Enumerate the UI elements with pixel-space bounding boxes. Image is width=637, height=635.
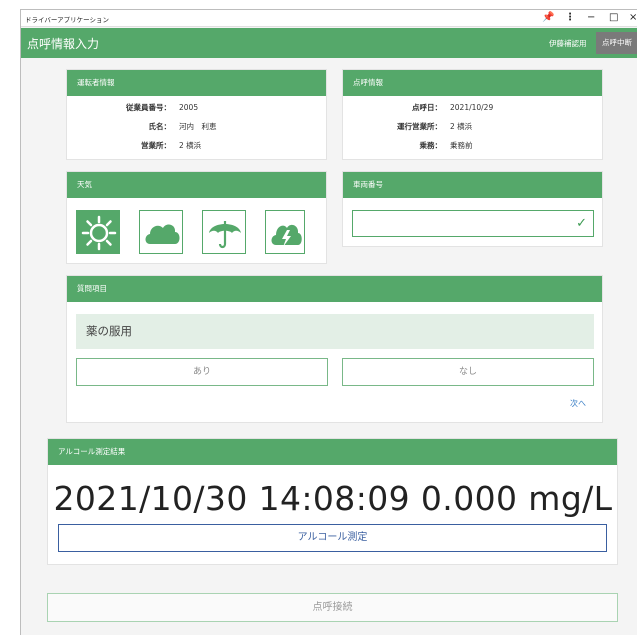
duty-value: 乗務前 [450,141,473,150]
minimize-button[interactable]: − [587,11,595,25]
alcohol-reading: 2021/10/30 14:08:09 0.000 mg/L [53,479,613,518]
alcohol-measure-button[interactable]: アルコール測定 [58,524,607,552]
office-value: 2 横浜 [179,141,202,150]
weather-rainy-button[interactable] [202,210,246,254]
maximize-button[interactable]: □ [609,11,618,25]
page-title: 点呼情報入力 [27,37,100,51]
sun-icon [81,215,117,251]
weather-thunderstorm-button[interactable] [265,210,305,254]
vehicle-number-input[interactable]: ✓ [352,210,594,237]
office-row: 営業所： 2 横浜 [67,140,201,151]
app-header: 点呼情報入力 伊藤補認用 点呼中断 [21,28,637,58]
weather-sunny-button[interactable] [76,210,120,254]
question-header: 質問項目 [67,276,602,302]
vehicle-number-card: 車両番号 ✓ [342,171,603,247]
alcohol-result-header: アルコール測定結果 [48,439,617,465]
rollcall-info-header: 点呼情報 [343,70,602,96]
driver-name-value: 河内 利恵 [179,122,217,131]
user-name: 伊藤補認用 [549,39,587,48]
answer-yes-button[interactable]: あり [76,358,328,386]
operating-office-row: 運行営業所： 2 横浜 [343,121,472,132]
next-link[interactable]: 次へ [570,398,586,409]
window-title: ドライバーアプリケーション [25,16,109,24]
duty-label: 乗務： [419,141,443,150]
rollcall-date-label: 点呼日： [412,103,442,112]
menu-icon[interactable]: ⋮ [565,11,575,25]
check-icon: ✓ [576,216,587,231]
question-text: 薬の服用 [76,314,594,349]
operating-office-value: 2 横浜 [450,122,473,131]
rollcall-info-card: 点呼情報 点呼日： 2021/10/29 運行営業所： 2 横浜 乗務： 乗務前 [342,69,603,160]
question-card: 質問項目 薬の服用 あり なし 次へ [66,275,603,423]
duty-row: 乗務： 乗務前 [343,140,473,151]
weather-header: 天気 [67,172,326,198]
rollcall-connect-button[interactable]: 点呼接続 [47,593,618,622]
employee-number-value: 2005 [179,103,199,112]
rollcall-date-value: 2021/10/29 [450,103,494,112]
driver-info-card: 運転者情報 従業員番号： 2005 氏名： 河内 利恵 営業所： 2 横浜 [66,69,327,160]
office-label: 営業所： [141,141,171,150]
close-button[interactable]: × [629,11,637,25]
cloud-icon [145,224,180,244]
answer-no-button[interactable]: なし [342,358,594,386]
window-titlebar: ドライバーアプリケーション 📌 ⋮ − □ × [21,10,637,27]
vehicle-number-header: 車両番号 [343,172,602,198]
employee-number-row: 従業員番号： 2005 [67,102,198,113]
pin-icon[interactable]: 📌 [542,11,554,25]
app-window: ドライバーアプリケーション 📌 ⋮ − □ × 点呼情報入力 伊藤補認用 点呼中… [20,9,637,635]
rollcall-date-row: 点呼日： 2021/10/29 [343,102,493,113]
storm-cloud-icon [271,224,302,247]
driver-info-header: 運転者情報 [67,70,326,96]
driver-name-row: 氏名： 河内 利恵 [67,121,217,132]
alcohol-result-card: アルコール測定結果 2021/10/30 14:08:09 0.000 mg/L… [47,438,618,565]
weather-card: 天気 [66,171,327,264]
weather-cloudy-button[interactable] [139,210,183,254]
umbrella-icon [209,221,241,249]
operating-office-label: 運行営業所： [397,122,442,131]
driver-name-label: 氏名： [148,122,172,131]
interrupt-rollcall-button[interactable]: 点呼中断 [596,32,637,54]
employee-number-label: 従業員番号： [126,103,171,112]
